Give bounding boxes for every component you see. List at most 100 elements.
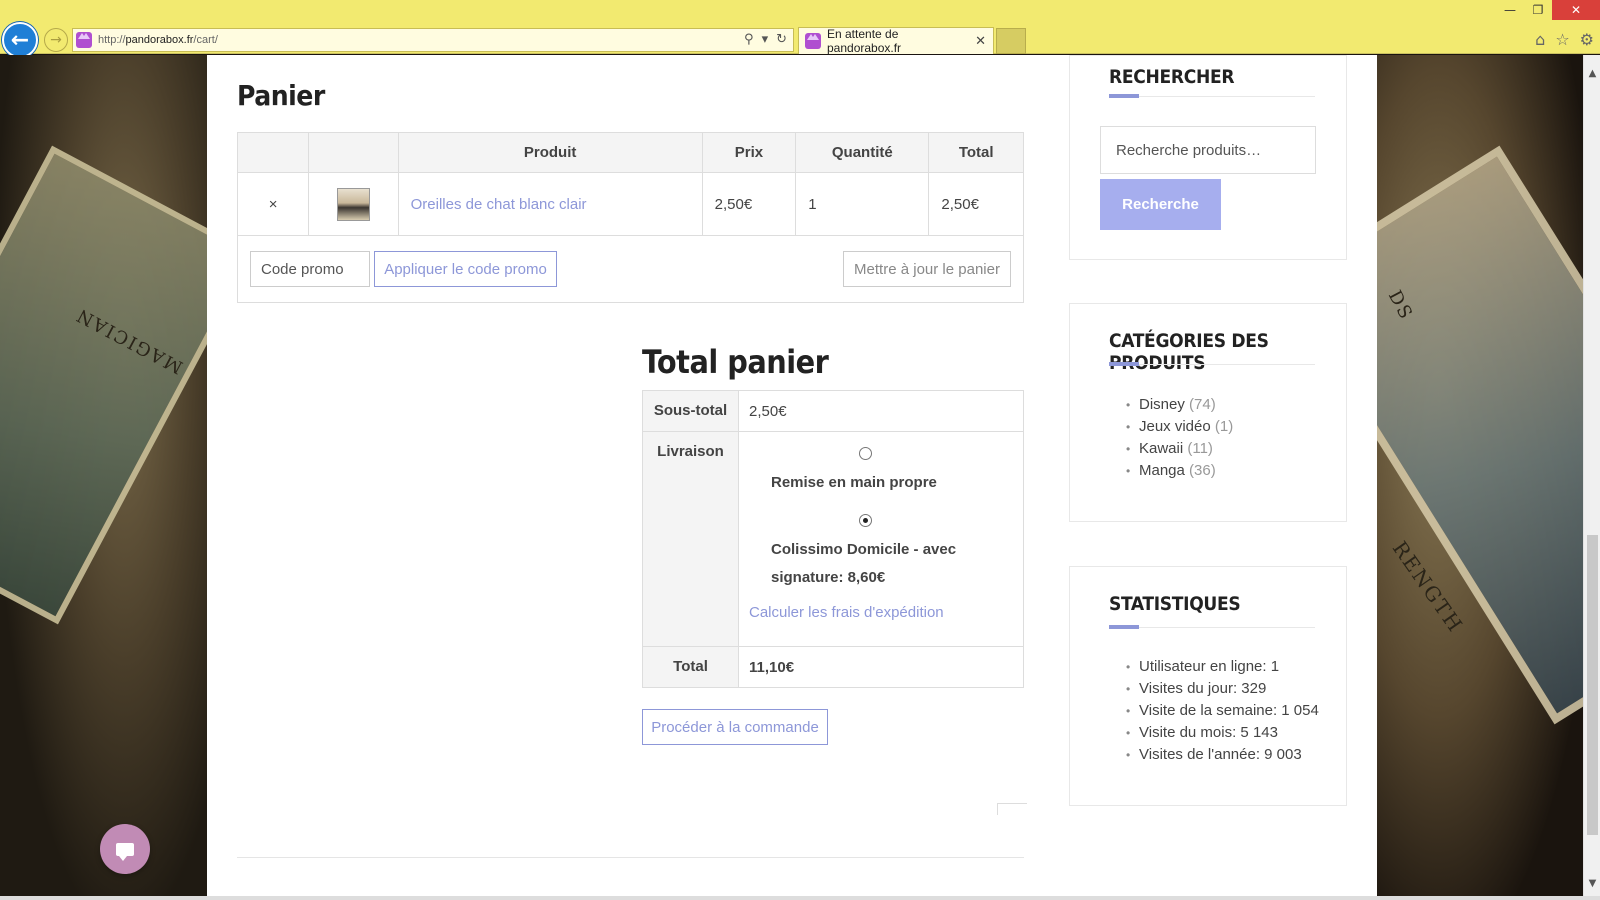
- content-divider: [237, 857, 1024, 858]
- forward-arrow-icon: →: [50, 32, 62, 48]
- product-name-cell: Oreilles de chat blanc clair: [397, 172, 703, 236]
- coupon-code-input[interactable]: Code promo: [250, 251, 370, 287]
- list-item[interactable]: Jeux vidéo (1): [1126, 416, 1233, 438]
- col-product-header: Produit: [397, 132, 703, 173]
- tarot-card-right: [1377, 145, 1583, 725]
- table-row: × Oreilles de chat blanc clair 2,50€ 1 2…: [236, 172, 1024, 236]
- back-button[interactable]: ←: [2, 22, 38, 58]
- order-total-label: Total: [642, 646, 739, 688]
- statistics-widget: STATISTIQUES Utilisateur en ligne: 1 Vis…: [1069, 566, 1347, 806]
- tarot-card-left: [0, 145, 207, 625]
- tab-favicon-icon: [805, 33, 821, 49]
- category-count: (74): [1189, 396, 1216, 413]
- stat-visits-week: Visite de la semaine: 1 054: [1126, 700, 1319, 722]
- title-rule: [1109, 96, 1315, 97]
- search-widget-title: RECHERCHER: [1109, 66, 1235, 88]
- category-count: (1): [1214, 418, 1234, 435]
- site-favicon-icon: [76, 32, 92, 48]
- chat-icon: [116, 842, 134, 861]
- browser-tab[interactable]: En attente de pandorabox.fr ✕: [798, 27, 994, 55]
- statistics-list: Utilisateur en ligne: 1 Visites du jour:…: [1126, 656, 1319, 766]
- restore-button[interactable]: ❐: [1524, 0, 1552, 20]
- product-thumbnail[interactable]: [336, 187, 370, 221]
- shipping-option-pickup-label[interactable]: Remise en main propre: [771, 469, 971, 497]
- calculate-shipping-link[interactable]: Calculer les frais d'expédition: [749, 604, 944, 621]
- stat-online-users: Utilisateur en ligne: 1: [1126, 656, 1319, 678]
- background-photo-left: [0, 55, 207, 900]
- title-accent: [1109, 362, 1139, 366]
- subtotal-row: Sous-total 2,50€: [642, 390, 1024, 432]
- title-rule: [1109, 627, 1315, 628]
- dropdown-icon[interactable]: ▾: [762, 32, 769, 47]
- apply-coupon-button[interactable]: Appliquer le code promo: [374, 251, 557, 287]
- category-count: (36): [1189, 462, 1216, 479]
- product-subtotal: 2,50€: [928, 172, 1024, 236]
- list-item[interactable]: Disney (74): [1126, 394, 1233, 416]
- category-link-kawaii[interactable]: Kawaii: [1139, 440, 1183, 457]
- col-total-header: Total: [928, 132, 1024, 173]
- category-link-jeux-video[interactable]: Jeux vidéo: [1139, 418, 1211, 435]
- status-bar: [0, 896, 1600, 900]
- page-content: Panier Produit Prix Quantité Total × Ore…: [207, 55, 1377, 900]
- star-icon[interactable]: ☆: [1555, 30, 1569, 49]
- close-window-button[interactable]: ✕: [1552, 0, 1600, 20]
- shipping-radio-colissimo[interactable]: [859, 514, 872, 527]
- page-scrollbar[interactable]: ▲ ▼: [1583, 55, 1600, 900]
- cart-totals-table: Sous-total 2,50€ Livraison Remise en mai…: [642, 390, 1024, 688]
- statistics-widget-title: STATISTIQUES: [1109, 593, 1241, 615]
- search-widget: RECHERCHER Recherche produits… Recherche: [1069, 55, 1347, 260]
- browser-toolbar: ← → http://pandorabox.fr/cart/ ⚲ ▾ ↻ En …: [0, 0, 1600, 58]
- shipping-option-colissimo-label[interactable]: Colissimo Domicile - avec signature: 8,6…: [771, 536, 961, 592]
- forward-button[interactable]: →: [44, 28, 68, 52]
- categories-widget-title: CATÉGORIES DES PRODUITS: [1109, 330, 1269, 374]
- category-list: Disney (74) Jeux vidéo (1) Kawaii (11) M…: [1126, 394, 1233, 482]
- cart-actions: Code promo Appliquer le code promo Mettr…: [237, 235, 1024, 303]
- cart-table: Produit Prix Quantité Total × Oreilles d…: [236, 132, 1024, 236]
- url-text: http://pandorabox.fr/cart/: [98, 34, 218, 46]
- address-bar[interactable]: http://pandorabox.fr/cart/ ⚲ ▾ ↻: [72, 28, 794, 52]
- stat-visits-day: Visites du jour: 329: [1126, 678, 1319, 700]
- scrollbar-thumb[interactable]: [1587, 535, 1598, 835]
- search-icon[interactable]: ⚲: [744, 32, 754, 47]
- minimize-button[interactable]: —: [1496, 0, 1524, 20]
- product-price: 2,50€: [701, 172, 797, 236]
- categories-widget: CATÉGORIES DES PRODUITS Disney (74) Jeux…: [1069, 303, 1347, 522]
- new-tab-button[interactable]: [996, 28, 1026, 54]
- order-total-value: 11,10€: [738, 646, 1024, 688]
- scroll-up-icon[interactable]: ▲: [1584, 65, 1600, 82]
- list-item[interactable]: Kawaii (11): [1126, 438, 1233, 460]
- update-cart-button[interactable]: Mettre à jour le panier: [843, 251, 1011, 287]
- search-button[interactable]: Recherche: [1100, 179, 1221, 230]
- cart-header-row: Produit Prix Quantité Total: [236, 132, 1024, 173]
- category-link-disney[interactable]: Disney: [1139, 396, 1185, 413]
- close-icon[interactable]: ✕: [975, 33, 986, 49]
- stat-visits-year: Visites de l'année: 9 003: [1126, 744, 1319, 766]
- product-search-input[interactable]: Recherche produits…: [1100, 126, 1316, 174]
- title-accent: [1109, 625, 1139, 629]
- refresh-icon[interactable]: ↻: [776, 32, 787, 47]
- cart-totals-title: Total panier: [642, 343, 829, 381]
- remove-item-button[interactable]: ×: [236, 172, 310, 236]
- col-remove-header: [236, 132, 310, 173]
- category-count: (11): [1187, 440, 1213, 457]
- col-quantity-header: Quantité: [795, 132, 930, 173]
- shipping-options: Remise en main propre Colissimo Domicile…: [738, 431, 1024, 647]
- shipping-radio-pickup[interactable]: [859, 447, 872, 460]
- checkout-button[interactable]: Procéder à la commande: [642, 709, 828, 745]
- list-item[interactable]: Manga (36): [1126, 460, 1233, 482]
- scroll-down-icon[interactable]: ▼: [1584, 875, 1600, 892]
- order-total-row: Total 11,10€: [642, 646, 1024, 688]
- home-icon[interactable]: ⌂: [1535, 30, 1545, 49]
- back-arrow-icon: ←: [10, 27, 30, 53]
- product-link[interactable]: Oreilles de chat blanc clair: [411, 196, 587, 213]
- col-price-header: Prix: [701, 132, 797, 173]
- title-rule: [1109, 364, 1315, 365]
- quantity-input[interactable]: 1: [795, 172, 930, 236]
- subtotal-label: Sous-total: [642, 390, 739, 432]
- product-thumbnail-cell: [308, 172, 399, 236]
- chat-button[interactable]: [100, 824, 150, 874]
- gear-icon[interactable]: ⚙: [1580, 30, 1594, 49]
- category-link-manga[interactable]: Manga: [1139, 462, 1185, 479]
- shipping-row: Livraison Remise en main propre Colissim…: [642, 431, 1024, 647]
- stat-visits-month: Visite du mois: 5 143: [1126, 722, 1319, 744]
